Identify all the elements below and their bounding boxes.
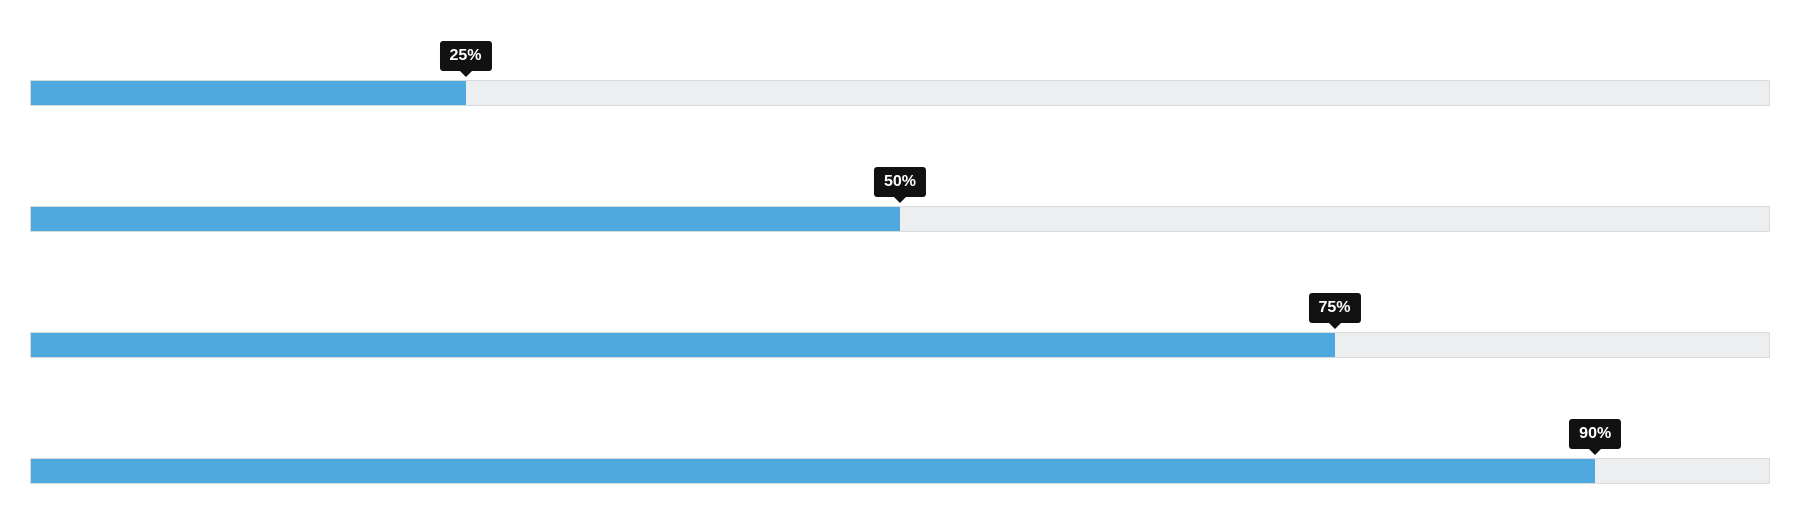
- progress-tooltip: 90%: [1569, 419, 1621, 449]
- progress-fill: [31, 459, 1595, 483]
- progress-track: 25%: [30, 80, 1770, 106]
- progress-fill: [31, 81, 466, 105]
- progress-bar: 90%: [30, 418, 1770, 484]
- progress-bar: 75%: [30, 292, 1770, 358]
- progress-bar: 50%: [30, 166, 1770, 232]
- progress-tooltip: 50%: [874, 167, 926, 197]
- progress-track: 50%: [30, 206, 1770, 232]
- progress-tooltip: 25%: [439, 41, 491, 71]
- progress-bar-group: 25% 50% 75% 90%: [30, 40, 1770, 484]
- progress-track: 75%: [30, 332, 1770, 358]
- progress-fill: [31, 207, 900, 231]
- progress-tooltip: 75%: [1308, 293, 1360, 323]
- progress-bar: 25%: [30, 40, 1770, 106]
- progress-fill: [31, 333, 1335, 357]
- progress-track: 90%: [30, 458, 1770, 484]
